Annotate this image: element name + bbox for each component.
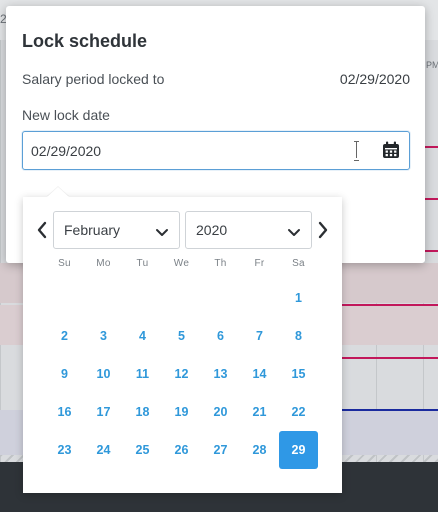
day-cell[interactable]: 5 xyxy=(162,317,201,355)
year-select[interactable]: 2020 xyxy=(185,211,312,249)
schedule-bar xyxy=(340,304,438,306)
weekday-label: Th xyxy=(214,258,227,269)
chevron-down-icon xyxy=(155,225,169,236)
new-lock-date-input[interactable]: 02/29/2020 xyxy=(22,131,410,170)
popup-pointer xyxy=(47,187,69,197)
weekday-label: Fr xyxy=(254,258,265,269)
day-cell[interactable]: 17 xyxy=(84,393,123,431)
day-cell[interactable]: 23 xyxy=(45,431,84,469)
edge-label: PM xyxy=(426,60,438,70)
day-cell[interactable]: 19 xyxy=(162,393,201,431)
day-cell[interactable]: 12 xyxy=(162,355,201,393)
locked-period-value: 02/29/2020 xyxy=(339,71,410,87)
day-cell[interactable]: 3 xyxy=(84,317,123,355)
month-select-value: February xyxy=(64,222,121,238)
day-cell[interactable]: 13 xyxy=(201,355,240,393)
chevron-left-icon[interactable] xyxy=(35,220,49,240)
day-cell[interactable]: 22 xyxy=(279,393,318,431)
weekday-label: Su xyxy=(58,258,71,269)
month-select[interactable]: February xyxy=(53,211,180,249)
day-cell[interactable]: 16 xyxy=(45,393,84,431)
year-select-value: 2020 xyxy=(196,222,228,238)
day-cell[interactable]: 6 xyxy=(201,317,240,355)
dialog-title: Lock schedule xyxy=(22,31,148,51)
day-cell[interactable]: 28 xyxy=(240,431,279,469)
day-cell[interactable]: 2 xyxy=(45,317,84,355)
text-cursor-icon xyxy=(354,141,360,161)
day-cell[interactable]: 20 xyxy=(201,393,240,431)
day-cell[interactable]: 27 xyxy=(201,431,240,469)
day-cell[interactable]: 15 xyxy=(279,355,318,393)
new-lock-date-value: 02/29/2020 xyxy=(31,143,102,159)
weekday-label: We xyxy=(173,258,190,269)
day-cell[interactable]: 14 xyxy=(240,355,279,393)
day-cell[interactable]: 9 xyxy=(45,355,84,393)
new-lock-date-label: New lock date xyxy=(22,107,110,123)
day-cell[interactable]: 24 xyxy=(84,431,123,469)
schedule-bar xyxy=(340,409,438,411)
chevron-right-icon[interactable] xyxy=(316,220,330,240)
day-cell[interactable]: 11 xyxy=(123,355,162,393)
day-cell[interactable]: 1 xyxy=(279,279,318,317)
weekday-label: Tu xyxy=(136,258,149,269)
day-cell[interactable]: 4 xyxy=(123,317,162,355)
calendar-icon[interactable] xyxy=(381,140,401,160)
chevron-down-icon xyxy=(287,225,301,236)
day-cell[interactable]: 7 xyxy=(240,317,279,355)
day-cell-selected[interactable]: 29 xyxy=(279,431,318,469)
locked-period-label: Salary period locked to xyxy=(22,71,165,87)
day-cell[interactable]: 25 xyxy=(123,431,162,469)
day-cell[interactable]: 26 xyxy=(162,431,201,469)
day-cell[interactable]: 8 xyxy=(279,317,318,355)
datepicker-popup: February 2020 Su Mo Tu We Th Fr Sa 1 2 3 4 5 6 7 8 9 10… xyxy=(23,187,342,493)
schedule-bar xyxy=(340,357,438,359)
day-cell[interactable]: 10 xyxy=(84,355,123,393)
day-cell[interactable]: 18 xyxy=(123,393,162,431)
weekday-label: Sa xyxy=(292,258,305,269)
day-cell[interactable]: 21 xyxy=(240,393,279,431)
weekday-label: Mo xyxy=(96,258,111,269)
